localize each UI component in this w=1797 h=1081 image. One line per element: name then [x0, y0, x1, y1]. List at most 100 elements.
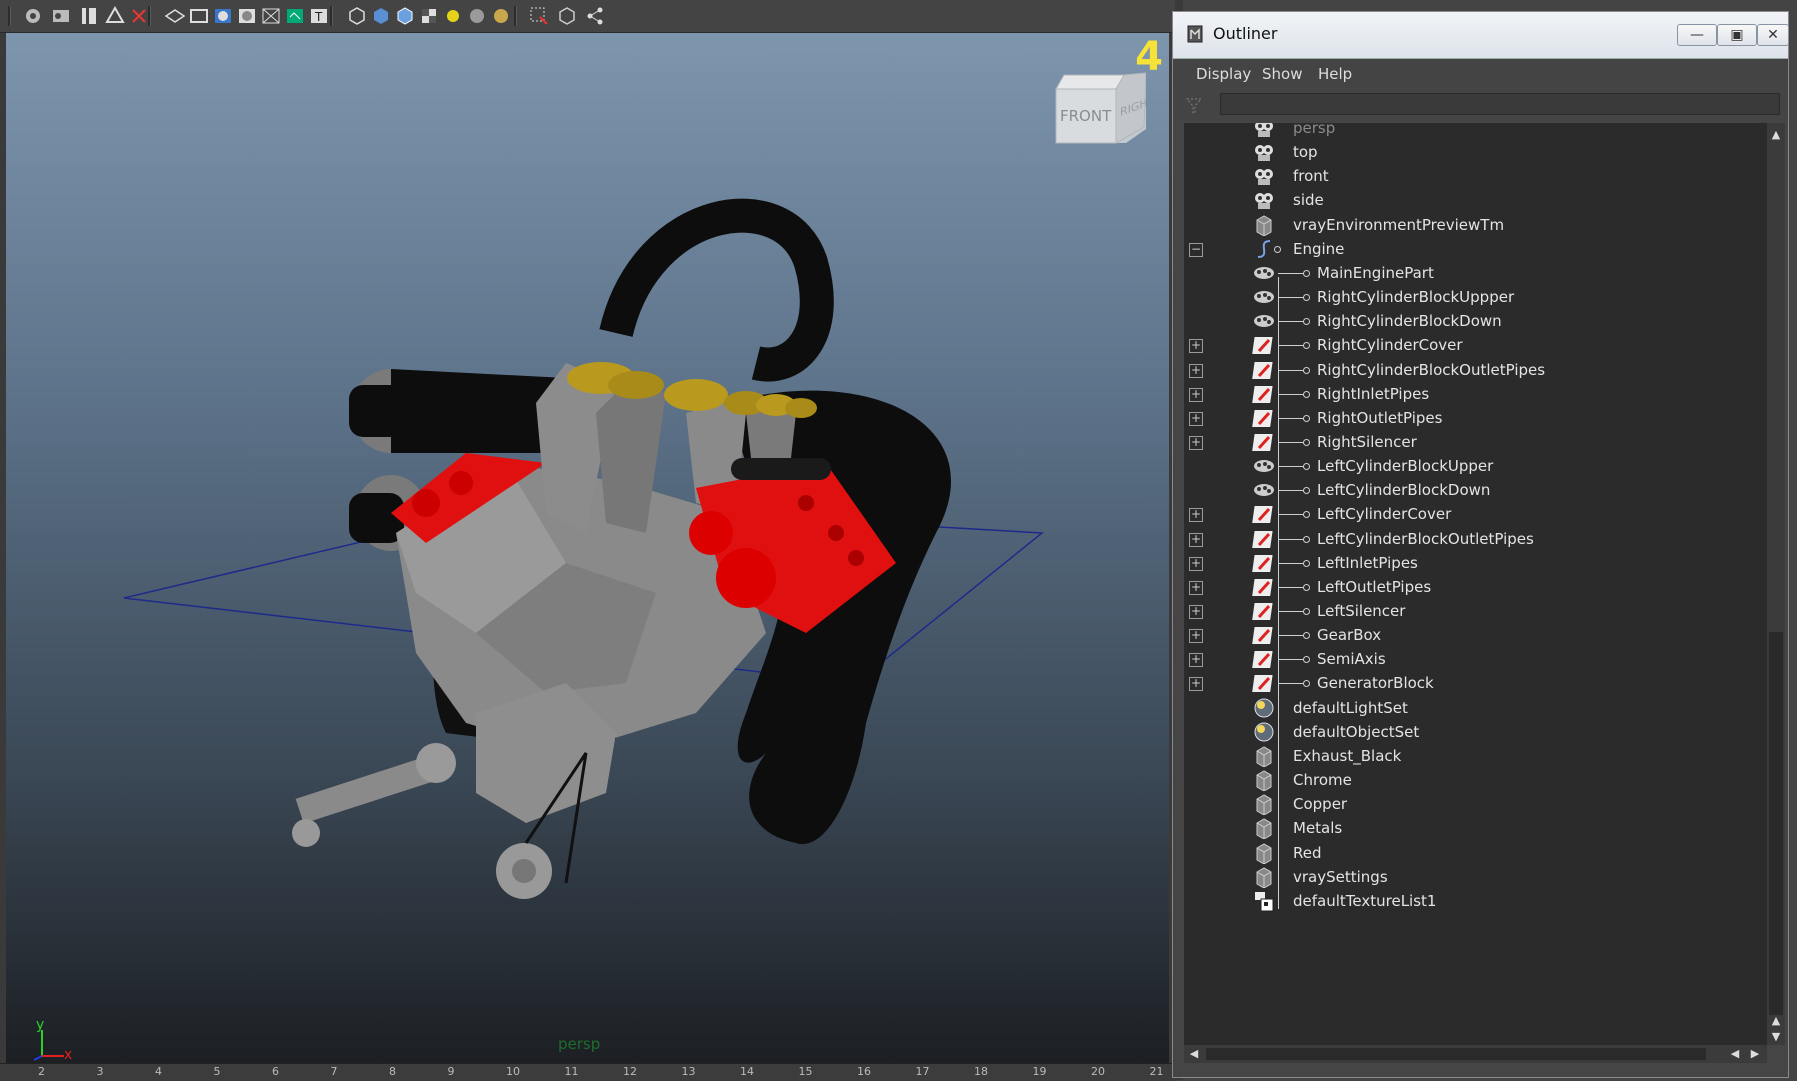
outliner-item-label: Chrome — [1293, 771, 1352, 790]
mesh-icon — [1252, 672, 1276, 694]
outliner-item-leftcylinderblockdown[interactable]: LeftCylinderBlockDown — [1184, 477, 1767, 504]
share-icon[interactable] — [584, 5, 606, 27]
outliner-item-rightinletpipes[interactable]: + RightInletPipes — [1184, 381, 1767, 408]
timeline-tick-label: 8 — [389, 1065, 396, 1078]
scroll-up-small-icon[interactable]: ▲ — [1770, 1015, 1782, 1027]
maximize-button[interactable]: ▣ — [1717, 24, 1757, 46]
set-icon — [1252, 214, 1276, 237]
outliner-item-rightcylinderblockoutletpipes[interactable]: + RightCylinderBlockOutletPipes — [1184, 357, 1767, 384]
perspective-viewport[interactable]: 4 FRONT RIGHT y x persp — [6, 33, 1169, 1063]
outliner-item-engine[interactable]: − Engine — [1184, 236, 1767, 263]
toolbar-separator — [8, 6, 11, 26]
outliner-item-defaultlightset[interactable]: defaultLightSet — [1184, 695, 1767, 722]
scroll-up-icon[interactable]: ▲ — [1770, 129, 1782, 141]
camera-attributes-icon[interactable] — [50, 5, 72, 27]
film-gate-icon[interactable] — [188, 5, 210, 27]
outliner-item-chrome[interactable]: Chrome — [1184, 767, 1767, 794]
outliner-item-label: RightInletPipes — [1317, 384, 1430, 403]
menu-display[interactable]: Display — [1196, 65, 1251, 83]
outliner-item-defaulttexturelist1[interactable]: defaultTextureList1 — [1184, 888, 1767, 915]
outliner-item-leftcylinderblockoutletpipes[interactable]: + LeftCylinderBlockOutletPipes — [1184, 526, 1767, 553]
field-chart-icon[interactable] — [260, 5, 282, 27]
scroll-left-small-icon[interactable]: ◀ — [1729, 1048, 1741, 1060]
menu-show[interactable]: Show — [1262, 65, 1302, 83]
outliner-item-side[interactable]: side — [1184, 187, 1767, 214]
outliner-item-generatorblock[interactable]: + GeneratorBlock — [1184, 670, 1767, 697]
gate-mask-icon[interactable] — [236, 5, 258, 27]
outliner-item-mainenginepart[interactable]: MainEnginePart — [1184, 260, 1767, 287]
wireframe-icon[interactable]: T — [308, 5, 330, 27]
engine-model[interactable] — [6, 33, 1169, 1063]
outliner-item-front[interactable]: front — [1184, 163, 1767, 190]
grid-icon[interactable] — [164, 5, 186, 27]
close-button[interactable]: ✕ — [1757, 24, 1789, 46]
collapse-icon[interactable]: − — [1189, 242, 1203, 257]
outliner-item-red[interactable]: Red — [1184, 840, 1767, 867]
xray-joints-icon[interactable] — [556, 5, 578, 27]
bookmark-icon[interactable] — [78, 5, 100, 27]
outliner-item-rightoutletpipes[interactable]: + RightOutletPipes — [1184, 405, 1767, 432]
horizontal-scroll-thumb[interactable] — [1206, 1048, 1706, 1060]
outliner-item-vraysettings[interactable]: vraySettings — [1184, 864, 1767, 891]
outliner-item-vrayenvironmentpreviewtm[interactable]: vrayEnvironmentPreviewTm — [1184, 212, 1767, 239]
outliner-item-rightcylindercover[interactable]: + RightCylinderCover — [1184, 332, 1767, 359]
expand-icon[interactable]: + — [1189, 508, 1203, 523]
outliner-item-label: LeftOutletPipes — [1317, 577, 1432, 596]
outliner-item-top[interactable]: top — [1184, 139, 1767, 166]
textured-icon[interactable] — [394, 5, 416, 27]
scroll-down-icon[interactable]: ▼ — [1770, 1031, 1782, 1043]
outliner-item-rightsilencer[interactable]: + RightSilencer — [1184, 429, 1767, 456]
timeline-ruler[interactable]: 2 3 4 5 6 7 8 9 10 11 12 13 14 15 16 17 18 19 20 21 — [0, 1063, 1175, 1081]
outliner-item-copper[interactable]: Copper — [1184, 791, 1767, 818]
expand-icon[interactable]: + — [1189, 677, 1203, 692]
scroll-right-icon[interactable]: ▶ — [1749, 1048, 1761, 1060]
expand-icon[interactable]: + — [1189, 629, 1203, 644]
outliner-item-rightcylinderblockdown[interactable]: RightCylinderBlockDown — [1184, 308, 1767, 335]
shadows-icon[interactable] — [442, 5, 464, 27]
outliner-item-leftoutletpipes[interactable]: + LeftOutletPipes — [1184, 574, 1767, 601]
outliner-titlebar[interactable]: Outliner — ▣ ✕ — [1173, 12, 1789, 59]
horizontal-scrollbar[interactable]: ◀ ◀ ▶ — [1184, 1045, 1767, 1063]
scroll-left-icon[interactable]: ◀ — [1188, 1048, 1200, 1060]
safe-title-icon[interactable] — [284, 5, 306, 27]
outliner-item-metals[interactable]: Metals — [1184, 815, 1767, 842]
expand-icon[interactable]: + — [1189, 605, 1203, 619]
set-icon — [1252, 769, 1276, 792]
minimize-button[interactable]: — — [1677, 24, 1717, 46]
tree-branch-node — [1303, 390, 1310, 398]
outliner-item-gearbox[interactable]: + GearBox — [1184, 622, 1767, 649]
outliner-item-leftinletpipes[interactable]: + LeftInletPipes — [1184, 550, 1767, 577]
ambient-occlusion-icon[interactable] — [466, 5, 488, 27]
mesh-icon — [1252, 431, 1276, 453]
expand-icon[interactable]: + — [1189, 339, 1203, 354]
outliner-item-defaultobjectset[interactable]: defaultObjectSet — [1184, 719, 1767, 746]
wireframe-on-shaded-icon[interactable] — [370, 5, 392, 27]
two-d-pan-zoom-icon[interactable] — [128, 5, 150, 27]
smooth-shade-icon[interactable] — [346, 5, 368, 27]
expand-icon[interactable]: + — [1189, 435, 1203, 450]
filter-icon[interactable] — [1184, 96, 1204, 116]
outliner-item-leftsilencer[interactable]: + LeftSilencer — [1184, 598, 1767, 625]
outliner-item-exhaust_black[interactable]: Exhaust_Black — [1184, 743, 1767, 770]
outliner-item-leftcylindercover[interactable]: + LeftCylinderCover — [1184, 501, 1767, 528]
menu-help[interactable]: Help — [1318, 65, 1352, 83]
image-plane-icon[interactable] — [104, 5, 126, 27]
select-camera-icon[interactable] — [22, 5, 44, 27]
isolate-select-icon[interactable] — [490, 5, 512, 27]
expand-icon[interactable]: + — [1189, 532, 1203, 547]
vertical-scrollbar[interactable]: ▲ ▲ ▼ — [1767, 123, 1785, 1045]
resolution-gate-icon[interactable] — [212, 5, 234, 27]
vertical-scroll-thumb[interactable] — [1769, 632, 1783, 1015]
expand-icon[interactable]: + — [1189, 363, 1203, 378]
expand-icon[interactable]: + — [1189, 580, 1203, 595]
expand-icon[interactable]: + — [1189, 411, 1203, 426]
expand-icon[interactable]: + — [1189, 387, 1203, 402]
xray-icon[interactable] — [528, 5, 550, 27]
outliner-item-leftcylinderblockupper[interactable]: LeftCylinderBlockUpper — [1184, 453, 1767, 480]
outliner-item-rightcylinderblockuppper[interactable]: RightCylinderBlockUppper — [1184, 284, 1767, 311]
expand-icon[interactable]: + — [1189, 556, 1203, 571]
expand-icon[interactable]: + — [1189, 653, 1203, 668]
default-light-icon[interactable] — [418, 5, 440, 27]
outliner-item-semiaxis[interactable]: + SemiAxis — [1184, 646, 1767, 673]
filter-input[interactable] — [1220, 93, 1780, 115]
